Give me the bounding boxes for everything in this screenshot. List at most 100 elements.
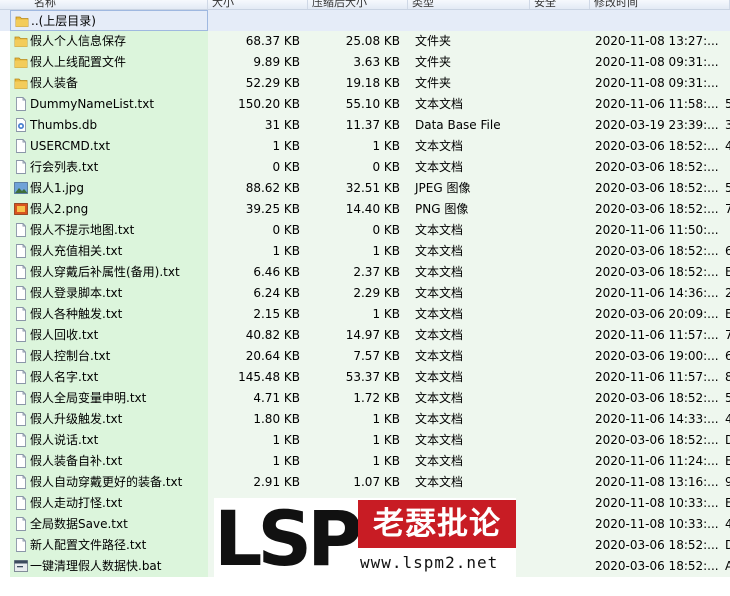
file-packed-size: 1 KB xyxy=(308,136,408,157)
column-type[interactable]: 类型 xyxy=(408,0,530,9)
file-size: 39.25 KB xyxy=(208,199,308,220)
table-row[interactable]: 假人名字.txt 145.48 KB 53.37 KB 文本文档 2020-11-06 … xyxy=(0,367,730,388)
file-crc xyxy=(530,115,590,136)
file-extra: 6 xyxy=(720,346,730,367)
file-extra: 5 xyxy=(720,94,730,115)
column-crc[interactable]: 安全 xyxy=(530,0,590,9)
table-row[interactable]: USERCMD.txt 1 KB 1 KB 文本文档 2020-03-06 18:52:… xyxy=(0,136,730,157)
text-file-icon xyxy=(14,265,28,279)
table-row[interactable]: 假人充值相关.txt 1 KB 1 KB 文本文档 2020-03-06 18:52:.… xyxy=(0,241,730,262)
file-name: 假人穿戴后补属性(备用).txt xyxy=(10,262,208,283)
table-row[interactable]: 假人登录脚本.txt 6.24 KB 2.29 KB 文本文档 2020-11-06 1… xyxy=(0,283,730,304)
table-row[interactable]: 假人1.jpg 88.62 KB 32.51 KB JPEG 图像 2020-03-06… xyxy=(0,178,730,199)
table-row[interactable]: 假人穿戴后补属性(备用).txt 6.46 KB 2.37 KB 文本文档 2020-0… xyxy=(0,262,730,283)
watermark-site-name: 老瑟批论坛 xyxy=(358,500,516,590)
file-modified-time: 2020-03-06 18:52:... xyxy=(590,556,720,577)
table-row[interactable]: 假人个人信息保存 68.37 KB 25.08 KB 文件夹 2020-11-08 13… xyxy=(0,31,730,52)
file-crc xyxy=(530,451,590,472)
file-type: PNG 图像 xyxy=(408,199,530,220)
column-time[interactable]: 修改时间 xyxy=(590,0,730,9)
file-name: 行会列表.txt xyxy=(10,157,208,178)
file-modified-time: 2020-11-08 09:31:... xyxy=(590,52,720,73)
table-row[interactable]: 假人上线配置文件 9.89 KB 3.63 KB 文件夹 2020-11-08 09:3… xyxy=(0,52,730,73)
file-name: 假人走动打怪.txt xyxy=(10,493,208,514)
table-row[interactable]: DummyNameList.txt 150.20 KB 55.10 KB 文本文档 20… xyxy=(0,94,730,115)
file-type xyxy=(408,10,530,31)
file-name: 假人自动穿戴更好的装备.txt xyxy=(10,472,208,493)
table-row[interactable]: 假人说话.txt 1 KB 1 KB 文本文档 2020-03-06 18:52:...… xyxy=(0,430,730,451)
table-row[interactable]: 假人自动穿戴更好的装备.txt 2.91 KB 1.07 KB 文本文档 2020-11… xyxy=(0,472,730,493)
column-name[interactable]: 名称 xyxy=(30,0,208,9)
file-extra: 6 xyxy=(720,241,730,262)
file-name-text: 假人走动打怪.txt xyxy=(30,496,123,510)
file-name-text: Thumbs.db xyxy=(30,118,98,132)
table-row[interactable]: 假人装备自补.txt 1 KB 1 KB 文本文档 2020-11-06 11:24:.… xyxy=(0,451,730,472)
file-name: 假人全局变量申明.txt xyxy=(10,388,208,409)
table-row[interactable]: Thumbs.db 31 KB 11.37 KB Data Base File 2020… xyxy=(0,115,730,136)
file-crc xyxy=(530,220,590,241)
table-row[interactable]: 假人2.png 39.25 KB 14.40 KB PNG 图像 2020-03-06 … xyxy=(0,199,730,220)
file-type: 文本文档 xyxy=(408,262,530,283)
file-name: 假人控制台.txt xyxy=(10,346,208,367)
file-name: USERCMD.txt xyxy=(10,136,208,157)
file-extra: E xyxy=(720,262,730,283)
file-name: 一键清理假人数据快.bat xyxy=(10,556,208,577)
file-crc xyxy=(530,346,590,367)
file-name: 假人名字.txt xyxy=(10,367,208,388)
file-modified-time: 2020-03-19 23:39:... xyxy=(590,115,720,136)
watermark-url: www.lspm2.net xyxy=(360,553,499,572)
file-extra: 5 xyxy=(720,388,730,409)
text-file-icon xyxy=(14,223,28,237)
folder-icon xyxy=(15,14,29,28)
watermark: LSP 老瑟批论坛 www.lspm2.net xyxy=(214,498,516,590)
file-size: 68.37 KB xyxy=(208,31,308,52)
file-modified-time: 2020-03-06 19:00:... xyxy=(590,346,720,367)
table-row[interactable]: 假人全局变量申明.txt 4.71 KB 1.72 KB 文本文档 2020-03-06… xyxy=(0,388,730,409)
png-file-icon xyxy=(14,202,28,216)
file-type: Data Base File xyxy=(408,115,530,136)
file-name: 假人装备自补.txt xyxy=(10,451,208,472)
file-name: 假人装备 xyxy=(10,73,208,94)
column-packed[interactable]: 压缩后大小 xyxy=(308,0,408,9)
table-row[interactable]: 假人回收.txt 40.82 KB 14.97 KB 文本文档 2020-11-06 1… xyxy=(0,325,730,346)
file-size: 1.80 KB xyxy=(208,409,308,430)
file-crc xyxy=(530,556,590,577)
folder-icon xyxy=(14,55,28,69)
text-file-icon xyxy=(14,412,28,426)
file-modified-time: 2020-03-06 18:52:... xyxy=(590,157,720,178)
file-name: 假人登录脚本.txt xyxy=(10,283,208,304)
file-modified-time: 2020-11-08 09:31:... xyxy=(590,73,720,94)
file-modified-time: 2020-03-06 18:52:... xyxy=(590,262,720,283)
file-modified-time: 2020-11-06 11:24:... xyxy=(590,451,720,472)
table-row[interactable]: 假人装备 52.29 KB 19.18 KB 文件夹 2020-11-08 09:31:… xyxy=(0,73,730,94)
text-file-icon xyxy=(14,244,28,258)
file-name: 假人各种触发.txt xyxy=(10,304,208,325)
file-name: 全局数据Save.txt xyxy=(10,514,208,535)
file-extra: 3 xyxy=(720,115,730,136)
file-size: 2.91 KB xyxy=(208,472,308,493)
text-file-icon xyxy=(14,496,28,510)
table-row[interactable]: 行会列表.txt 0 KB 0 KB 文本文档 2020-03-06 18:52:... xyxy=(0,157,730,178)
text-file-icon xyxy=(14,538,28,552)
file-packed-size: 14.97 KB xyxy=(308,325,408,346)
file-name-text: 假人上线配置文件 xyxy=(30,55,127,69)
file-crc xyxy=(530,157,590,178)
file-type: 文件夹 xyxy=(408,31,530,52)
text-file-icon xyxy=(14,517,28,531)
table-row[interactable]: 假人各种触发.txt 2.15 KB 1 KB 文本文档 2020-03-06 20:0… xyxy=(0,304,730,325)
file-name-text: 假人升级触发.txt xyxy=(30,412,123,426)
file-extra: E xyxy=(720,304,730,325)
parent-directory-row[interactable]: ..(上层目录) xyxy=(0,10,730,31)
file-type: 文件夹 xyxy=(408,73,530,94)
table-row[interactable]: 假人升级触发.txt 1.80 KB 1 KB 文本文档 2020-11-06 14:3… xyxy=(0,409,730,430)
column-size[interactable]: 大小 xyxy=(208,0,308,9)
table-row[interactable]: 假人控制台.txt 20.64 KB 7.57 KB 文本文档 2020-03-06 1… xyxy=(0,346,730,367)
file-modified-time: 2020-03-06 18:52:... xyxy=(590,388,720,409)
table-row[interactable]: 假人不提示地图.txt 0 KB 0 KB 文本文档 2020-11-06 11:50:… xyxy=(0,220,730,241)
file-size: 20.64 KB xyxy=(208,346,308,367)
file-name-text: 假人登录脚本.txt xyxy=(30,286,123,300)
file-size: 2.15 KB xyxy=(208,304,308,325)
file-name-text: ..(上层目录) xyxy=(31,14,96,28)
file-extra: E xyxy=(720,493,730,514)
file-packed-size: 25.08 KB xyxy=(308,31,408,52)
